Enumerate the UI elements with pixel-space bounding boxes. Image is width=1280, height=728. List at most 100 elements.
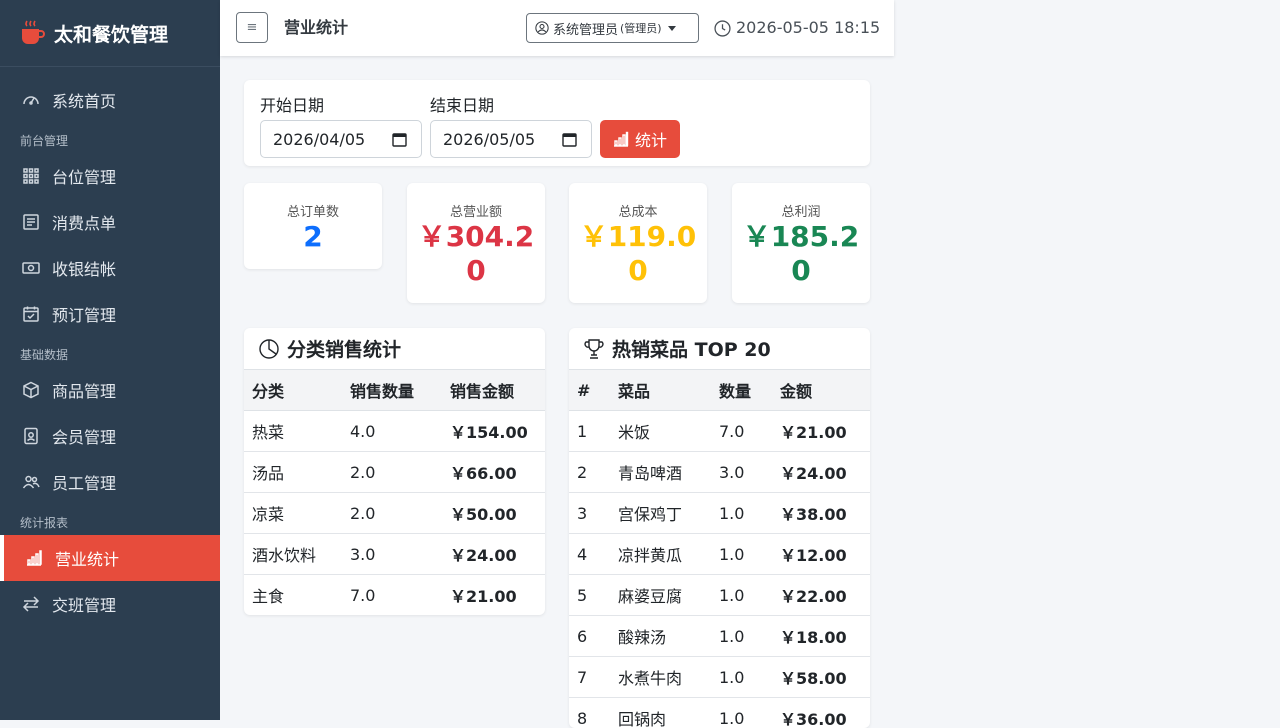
sidebar-item-orders[interactable]: 消费点单 (0, 199, 220, 245)
sidebar-item-home[interactable]: 系统首页 (0, 77, 220, 123)
sidebar-section-reports: 统计报表 (0, 505, 220, 535)
box-icon (22, 381, 40, 399)
current-datetime: 2026-05-05 18:15 (714, 0, 880, 56)
cell-dish: 米饭 (610, 411, 711, 452)
sidebar-item-business-stats[interactable]: 营业统计 (0, 535, 220, 581)
stat-label: 总营业额 (407, 201, 545, 220)
brand[interactable]: 太和餐饮管理 (0, 0, 220, 67)
cell-quantity: 1.0 (711, 698, 772, 728)
cell-dish: 酸辣汤 (610, 616, 711, 657)
cell-rank: 6 (569, 616, 610, 657)
user-circle-icon (535, 21, 549, 35)
column-header: 销售金额 (442, 370, 545, 411)
category-sales-title: 分类销售统计 (244, 328, 545, 369)
start-date-input[interactable]: 2026/04/05 (260, 120, 422, 158)
user-role: (管理员) (620, 20, 662, 36)
column-header: 销售数量 (342, 370, 442, 411)
table-header-row: 分类 销售数量 销售金额 (244, 370, 545, 411)
cell-quantity: 7.0 (711, 411, 772, 452)
cell-amount: ￥154.00 (442, 411, 545, 452)
category-sales-table: 分类 销售数量 销售金额 热菜4.0￥154.00 汤品2.0￥66.00 凉菜… (244, 369, 545, 615)
column-header: 分类 (244, 370, 342, 411)
datetime-text: 2026-05-05 18:15 (736, 0, 880, 56)
cell-amount: ￥24.00 (442, 534, 545, 575)
page-title: 营业统计 (284, 0, 348, 56)
pie-chart-icon (258, 338, 280, 360)
cell-category: 酒水饮料 (244, 534, 342, 575)
chevron-down-icon (668, 26, 676, 31)
table-row: 5麻婆豆腐1.0￥22.00 (569, 575, 870, 616)
cell-rank: 3 (569, 493, 610, 534)
table-header-row: # 菜品 数量 金额 (569, 370, 870, 411)
cell-rank: 7 (569, 657, 610, 698)
cell-amount: ￥21.00 (772, 411, 870, 452)
sidebar-item-label: 台位管理 (52, 164, 116, 188)
table-row: 凉菜2.0￥50.00 (244, 493, 545, 534)
cell-quantity: 1.0 (711, 493, 772, 534)
end-date-input[interactable]: 2026/05/05 (430, 120, 592, 158)
stat-value-profit: ￥185.20 (732, 220, 870, 288)
sidebar-item-label: 收银结帐 (52, 256, 116, 280)
top-dishes-table: # 菜品 数量 金额 1米饭7.0￥21.00 2青岛啤酒3.0￥24.00 3… (569, 369, 870, 728)
sidebar-item-label: 系统首页 (52, 88, 116, 112)
end-date-label: 结束日期 (430, 92, 494, 116)
cell-rank: 5 (569, 575, 610, 616)
table-row: 3宫保鸡丁1.0￥38.00 (569, 493, 870, 534)
member-card-icon (22, 427, 40, 445)
table-row: 8回锅肉1.0￥36.00 (569, 698, 870, 728)
cell-category: 凉菜 (244, 493, 342, 534)
top-header: ≡ 营业统计 系统管理员 (管理员) 2026-05-05 18:15 (220, 0, 894, 56)
coffee-cup-icon (18, 19, 46, 47)
sidebar-item-label: 营业统计 (55, 546, 119, 570)
sidebar-item-checkout[interactable]: 收银结帐 (0, 245, 220, 291)
sidebar-toggle-button[interactable]: ≡ (236, 12, 268, 43)
calendar-check-icon (22, 305, 40, 323)
run-statistics-button[interactable]: 统计 (600, 120, 680, 158)
sidebar-item-tables[interactable]: 台位管理 (0, 153, 220, 199)
cell-quantity: 3.0 (711, 452, 772, 493)
cell-amount: ￥38.00 (772, 493, 870, 534)
sidebar-item-label: 预订管理 (52, 302, 116, 326)
sidebar-item-label: 交班管理 (52, 592, 116, 616)
user-menu-button[interactable]: 系统管理员 (管理员) (526, 13, 699, 43)
stat-card-cost: 总成本 ￥119.00 (569, 183, 707, 303)
stat-card-revenue: 总营业额 ￥304.20 (407, 183, 545, 303)
cell-category: 主食 (244, 575, 342, 616)
category-sales-title-text: 分类销售统计 (287, 335, 401, 362)
start-date-value: 2026/04/05 (273, 130, 365, 149)
swap-arrows-icon (22, 595, 40, 613)
cell-quantity: 1.0 (711, 534, 772, 575)
sidebar-item-label: 商品管理 (52, 378, 116, 402)
cell-category: 汤品 (244, 452, 342, 493)
user-name: 系统管理员 (553, 19, 618, 38)
cell-quantity: 1.0 (711, 657, 772, 698)
sidebar-item-members[interactable]: 会员管理 (0, 413, 220, 459)
sidebar-item-products[interactable]: 商品管理 (0, 367, 220, 413)
cell-quantity: 2.0 (342, 493, 442, 534)
cell-amount: ￥21.00 (442, 575, 545, 616)
cell-rank: 4 (569, 534, 610, 575)
sidebar-item-shift[interactable]: 交班管理 (0, 581, 220, 627)
cell-quantity: 3.0 (342, 534, 442, 575)
calendar-icon (562, 132, 577, 147)
sidebar-item-staff[interactable]: 员工管理 (0, 459, 220, 505)
run-statistics-label: 统计 (635, 127, 667, 151)
table-row: 7水煮牛肉1.0￥58.00 (569, 657, 870, 698)
bar-chart-icon (25, 549, 43, 567)
cell-amount: ￥18.00 (772, 616, 870, 657)
top-dishes-card: 热销菜品 TOP 20 # 菜品 数量 金额 1米饭7.0￥21.00 2青岛啤… (569, 328, 870, 728)
cell-quantity: 7.0 (342, 575, 442, 616)
cell-dish: 青岛啤酒 (610, 452, 711, 493)
table-row: 酒水饮料3.0￥24.00 (244, 534, 545, 575)
cell-dish: 宫保鸡丁 (610, 493, 711, 534)
cell-rank: 2 (569, 452, 610, 493)
cell-amount: ￥66.00 (442, 452, 545, 493)
sidebar-section-basedata: 基础数据 (0, 337, 220, 367)
table-row: 2青岛啤酒3.0￥24.00 (569, 452, 870, 493)
cell-category: 热菜 (244, 411, 342, 452)
speedometer-icon (22, 91, 40, 109)
cell-amount: ￥50.00 (442, 493, 545, 534)
sidebar-item-reservations[interactable]: 预订管理 (0, 291, 220, 337)
cell-amount: ￥24.00 (772, 452, 870, 493)
trophy-icon (583, 338, 605, 360)
